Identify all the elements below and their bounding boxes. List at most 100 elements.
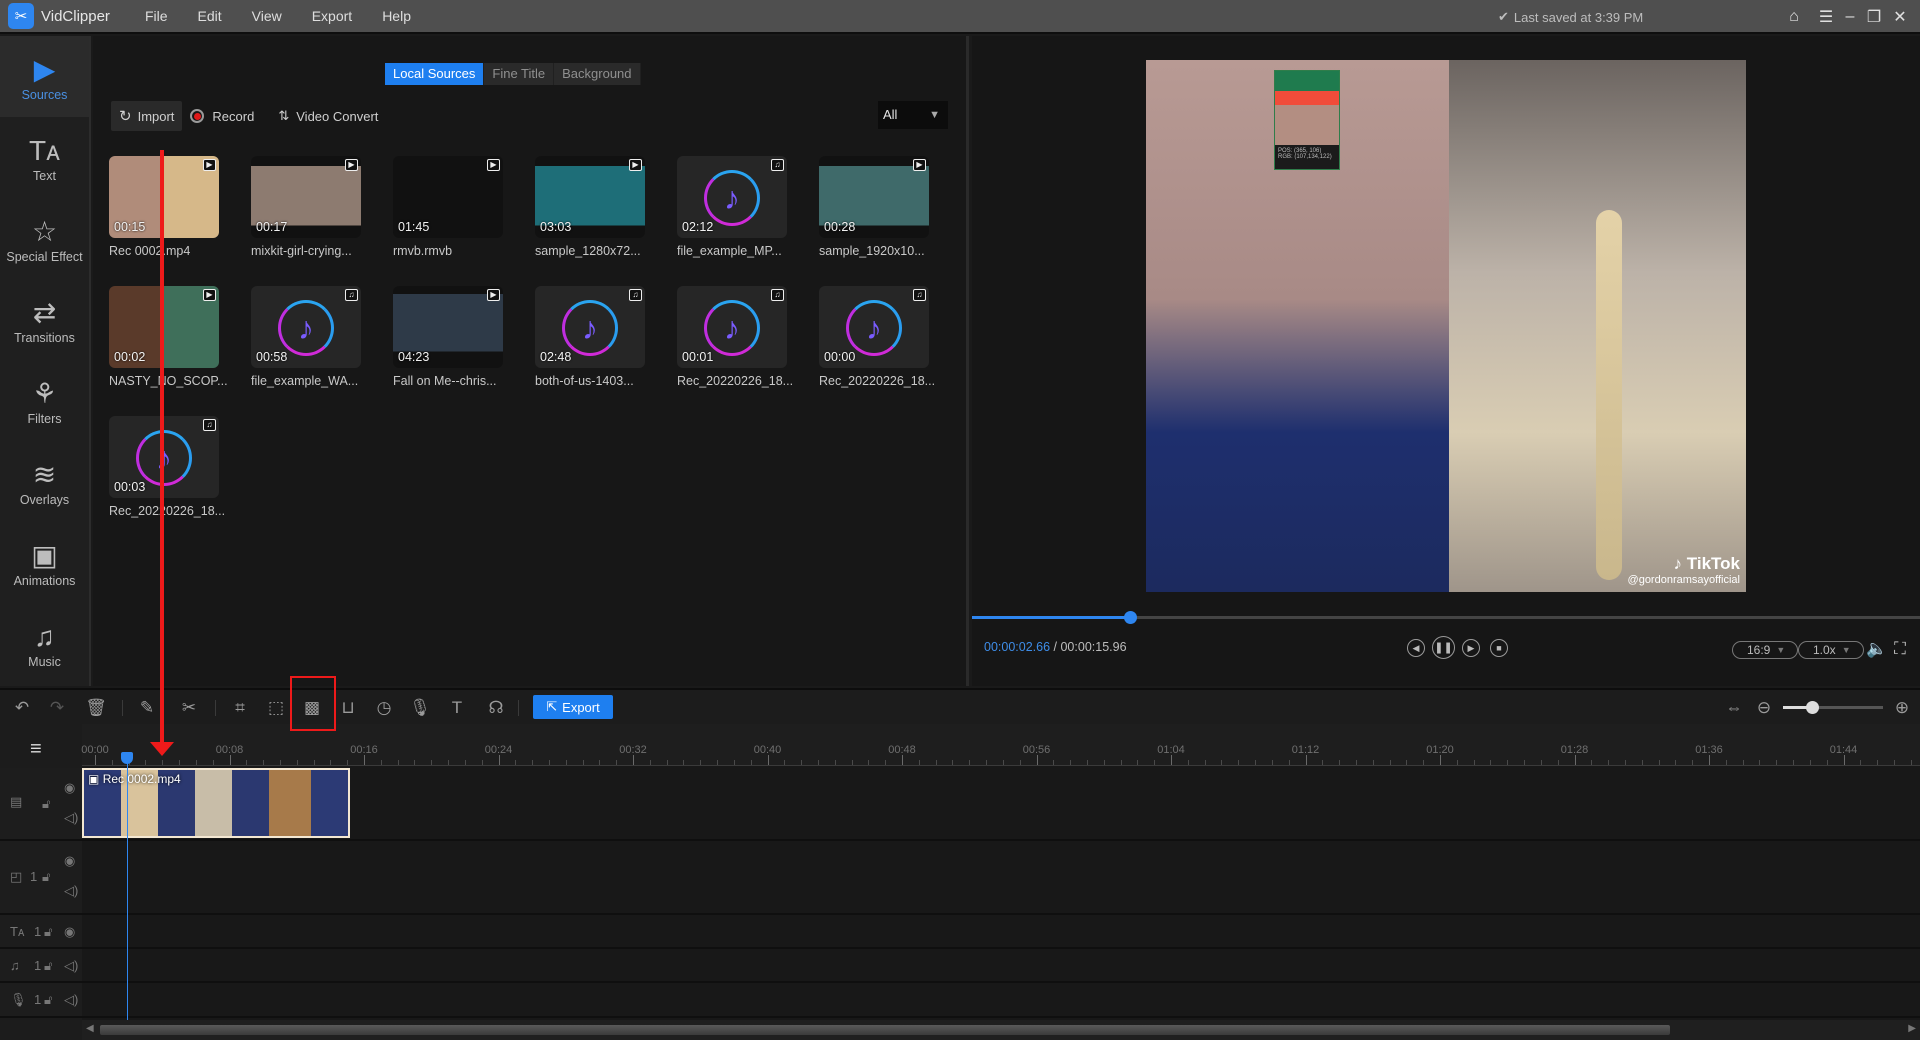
menu-file[interactable]: File <box>130 8 183 24</box>
lock-icon[interactable]: 🔓︎ <box>42 869 50 885</box>
scroll-right-icon[interactable]: ▶ <box>1908 1023 1916 1034</box>
export-button[interactable]: ⇱ Export <box>533 695 613 719</box>
ruler-tick <box>481 760 483 765</box>
audio-levels-icon[interactable]: ⊔ <box>336 697 360 719</box>
track-controls: ♫ 1 🔓︎ ◁) <box>0 949 82 981</box>
media-item[interactable]: ▶ 00:15 Rec 0002.mp4 <box>109 156 251 264</box>
media-item[interactable]: ▶ 04:23 Fall on Me--chris... <box>393 286 535 394</box>
media-item[interactable]: ▶ 00:17 mixkit-girl-crying... <box>251 156 393 264</box>
fit-timeline-icon[interactable]: ⇔ <box>1722 697 1746 719</box>
previous-frame-button[interactable]: ◀ <box>1407 639 1425 657</box>
media-name: file_example_MP... <box>677 244 782 258</box>
media-item[interactable]: ▶ 00:28 sample_1920x10... <box>819 156 961 264</box>
delete-icon[interactable]: 🗑 <box>84 697 108 719</box>
sidebar-item-special-effect[interactable]: ☆ Special Effect <box>0 198 89 279</box>
zoom-slider-handle[interactable] <box>1806 701 1819 714</box>
crop-icon[interactable]: ⌗ <box>228 697 252 719</box>
media-item[interactable]: ♪ ♫ 00:00 Rec_20220226_18... <box>819 286 961 394</box>
sidebar-item-overlays[interactable]: ≋ Overlays <box>0 441 89 522</box>
media-item[interactable]: ♪ ♫ 00:01 Rec_20220226_18... <box>677 286 819 394</box>
add-track-icon[interactable]: ≡ <box>30 738 42 761</box>
tab-local-sources[interactable]: Local Sources <box>385 63 485 85</box>
home-icon[interactable]: ⌂ <box>1781 0 1807 34</box>
tab-fine-title[interactable]: Fine Title <box>484 63 555 85</box>
music-note-icon: ♪ <box>704 300 760 356</box>
sidebar-item-sources[interactable]: ▶ Sources <box>0 36 89 117</box>
sidebar-item-filters[interactable]: ⚘ Filters <box>0 360 89 441</box>
sidebar-item-music[interactable]: ♫ Music <box>0 603 89 684</box>
timeline-clip[interactable]: ▣ Rec 0002.mp4 <box>82 768 350 838</box>
import-button[interactable]: ↻ Import <box>111 101 183 131</box>
ruler-tick <box>330 760 332 765</box>
mute-speaker-icon[interactable]: ◁) <box>64 883 78 899</box>
visibility-eye-icon[interactable]: ◉ <box>64 780 75 796</box>
timeline-ruler[interactable]: 00:00 00:08 00:16 00:24 00:32 00:40 00:48 00:56… <box>81 724 1920 766</box>
media-thumbnail: ♪ ♫ 00:03 <box>109 416 219 498</box>
sidebar-item-text[interactable]: Tᴀ Text <box>0 117 89 198</box>
speech-to-text-icon[interactable]: ☊ <box>484 697 508 719</box>
mute-speaker-icon[interactable]: ◁) <box>64 992 78 1008</box>
playhead-handle[interactable] <box>121 752 133 764</box>
minimize-icon[interactable]: – <box>1837 0 1863 34</box>
timeline-zoom-slider[interactable] <box>1783 701 1883 714</box>
visibility-eye-icon[interactable]: ◉ <box>64 853 75 869</box>
sidebar-item-label: Overlays <box>19 492 70 507</box>
aspect-ratio-select[interactable]: 16:9 ▼ <box>1732 641 1799 659</box>
stop-button[interactable]: ■ <box>1490 639 1508 657</box>
split-icon[interactable]: ✂ <box>177 697 201 719</box>
media-item[interactable]: ♪ ♫ 00:58 file_example_WA... <box>251 286 393 394</box>
hamburger-menu-icon[interactable]: ☰ <box>1813 0 1839 34</box>
ruler-tick <box>1137 760 1139 765</box>
sidebar-item-transitions[interactable]: ⇄ Transitions <box>0 279 89 360</box>
preview-seek-bar[interactable] <box>972 611 1920 624</box>
media-item[interactable]: ♪ ♫ 02:48 both-of-us-1403... <box>535 286 677 394</box>
media-item[interactable]: ♪ ♫ 02:12 file_example_MP... <box>677 156 819 264</box>
media-thumbnail: ▶ 00:28 <box>819 156 929 238</box>
ruler-tick <box>1255 760 1257 765</box>
sidebar-item-animations[interactable]: ▣ Animations <box>0 522 89 603</box>
menu-export[interactable]: Export <box>297 8 367 24</box>
freeze-frame-icon[interactable]: ⬚ <box>264 697 288 719</box>
voiceover-mic-icon[interactable]: 🎙 <box>408 697 432 719</box>
lock-icon[interactable]: 🔓︎ <box>44 992 52 1008</box>
menu-help[interactable]: Help <box>367 8 426 24</box>
media-item[interactable]: ♪ ♫ 00:03 Rec_20220226_18... <box>109 416 251 524</box>
tab-background[interactable]: Background <box>554 63 641 85</box>
zoom-out-icon[interactable]: ⊖ <box>1752 697 1776 719</box>
scrollbar-thumb[interactable] <box>100 1025 1670 1035</box>
lock-icon[interactable]: 🔓︎ <box>44 958 52 974</box>
redo-icon[interactable]: ↷ <box>45 697 69 719</box>
undo-icon[interactable]: ↶ <box>10 697 34 719</box>
pause-button[interactable]: ❚❚ <box>1432 636 1455 659</box>
video-convert-button[interactable]: ⇅ Video Convert <box>270 101 386 131</box>
text-to-speech-icon[interactable]: T <box>445 697 469 719</box>
close-icon[interactable]: ✕ <box>1887 0 1913 34</box>
next-frame-button[interactable]: ▶ <box>1462 639 1480 657</box>
lock-icon[interactable]: 🔓︎ <box>42 796 50 812</box>
seek-handle[interactable] <box>1124 611 1138 624</box>
fullscreen-icon[interactable]: ⛶ <box>1894 639 1906 659</box>
menu-view[interactable]: View <box>237 8 297 24</box>
mute-speaker-icon[interactable]: ◁) <box>64 810 78 826</box>
media-item[interactable]: ▶ 00:02 NASTY_NO_SCOP... <box>109 286 251 394</box>
timeline-horizontal-scrollbar[interactable]: ◀ ▶ <box>82 1020 1920 1040</box>
scroll-left-icon[interactable]: ◀ <box>86 1023 94 1034</box>
maximize-icon[interactable]: ❐ <box>1861 0 1887 34</box>
lock-icon[interactable]: 🔓︎ <box>44 924 52 940</box>
zoom-in-icon[interactable]: ⊕ <box>1890 697 1914 719</box>
speed-clock-icon[interactable]: ◷ <box>372 697 396 719</box>
pip-track: ◰ 1 🔓︎ ◉ ◁) <box>0 841 1920 915</box>
menu-edit[interactable]: Edit <box>183 8 237 24</box>
mute-speaker-icon[interactable]: ◁) <box>64 958 78 974</box>
visibility-eye-icon[interactable]: ◉ <box>64 924 75 940</box>
volume-icon[interactable]: 🔈 <box>1866 639 1887 659</box>
video-preview[interactable]: POS: (365, 106) RGB: (107,134,122) ♪ Tik… <box>1146 60 1746 592</box>
track-controls: ◰ 1 🔓︎ ◉ ◁) <box>0 841 82 913</box>
edit-icon[interactable]: ✎ <box>135 697 159 719</box>
media-item[interactable]: ▶ 03:03 sample_1280x72... <box>535 156 677 264</box>
media-thumbnail: ▶ 00:02 <box>109 286 219 368</box>
media-item[interactable]: ▶ 01:45 rmvb.rmvb <box>393 156 535 264</box>
record-button[interactable]: Record <box>182 101 262 131</box>
speed-select[interactable]: 1.0x ▼ <box>1798 641 1864 659</box>
media-filter-select[interactable]: All ▼ <box>878 101 948 129</box>
